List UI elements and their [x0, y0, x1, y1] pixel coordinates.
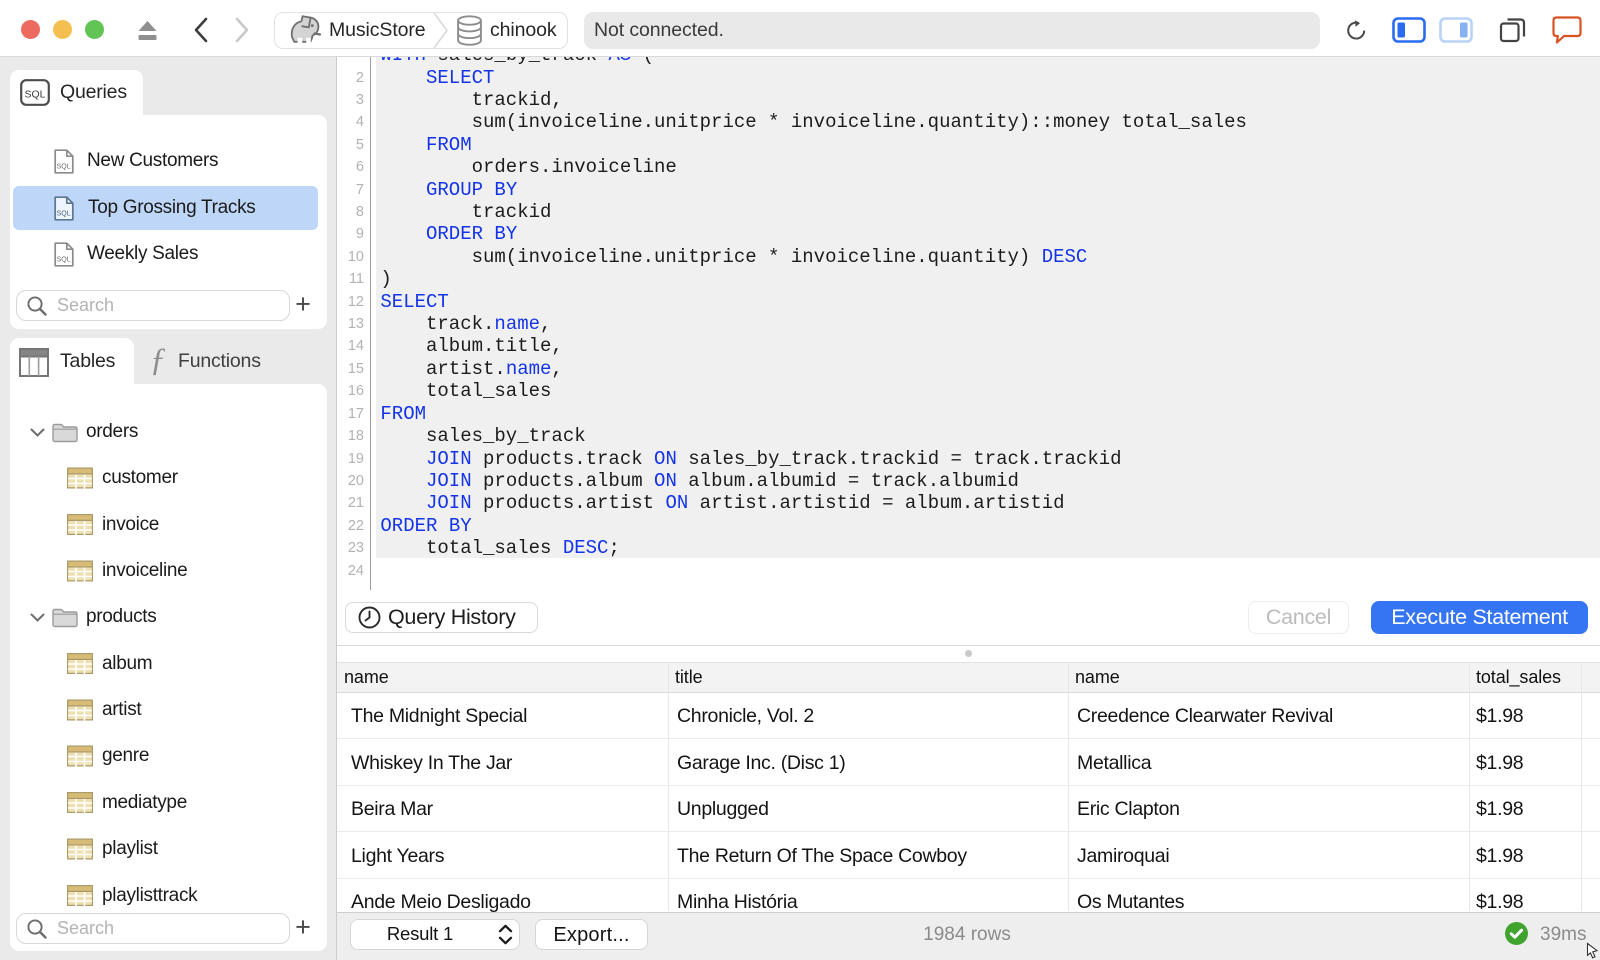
svg-text:SQL: SQL — [57, 257, 71, 264]
svg-text:SQL: SQL — [57, 211, 71, 218]
svg-text:SQL: SQL — [57, 164, 71, 171]
svg-text:SQL: SQL — [24, 89, 45, 101]
